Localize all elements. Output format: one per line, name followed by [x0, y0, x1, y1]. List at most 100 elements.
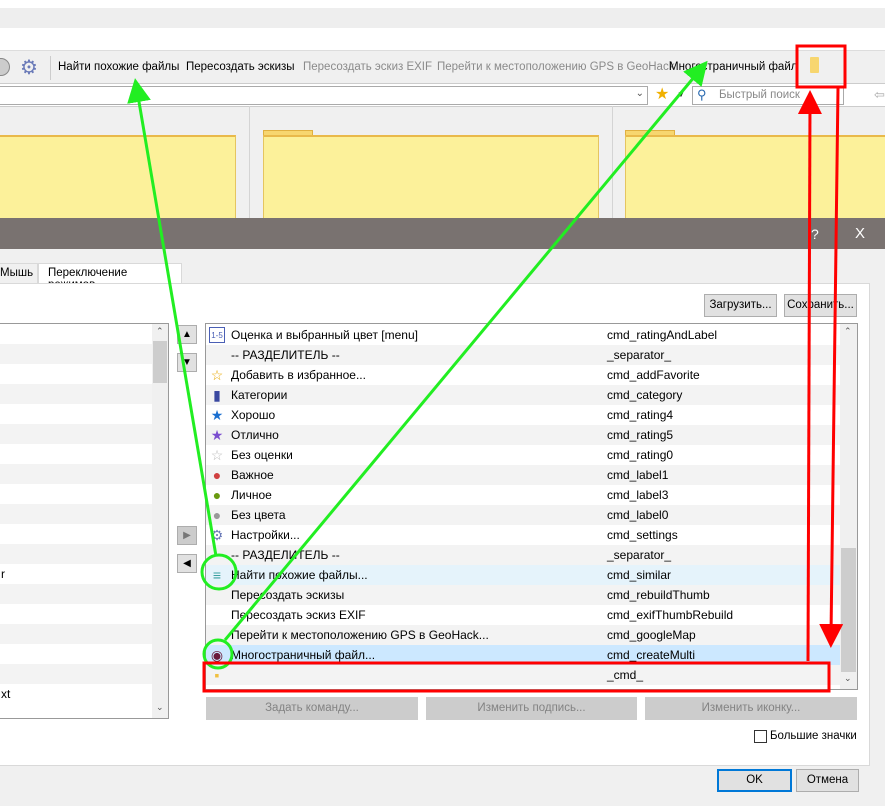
list-item[interactable]: [0, 384, 168, 404]
list-item[interactable]: [0, 664, 168, 684]
command-label: -- РАЗДЕЛИТЕЛЬ --: [231, 548, 340, 562]
scroll-thumb[interactable]: [841, 548, 856, 672]
command-row[interactable]: Пересоздать эскизы cmd_rebuildThumb: [206, 585, 857, 605]
scroll-up-icon[interactable]: ⌃: [156, 326, 164, 337]
list-item[interactable]: r: [0, 564, 168, 584]
dropdown-arrow-icon[interactable]: ▼: [677, 90, 685, 99]
star-purple-icon: ★: [210, 427, 224, 443]
ok-button[interactable]: OK: [717, 769, 792, 792]
list-item[interactable]: [0, 624, 168, 644]
list-item[interactable]: [0, 464, 168, 484]
command-row[interactable]: ★ Отлично cmd_rating5: [206, 425, 857, 445]
list-item[interactable]: [0, 584, 168, 604]
command-label: Без оценки: [231, 448, 293, 462]
command-row[interactable]: ☆ Добавить в избранное... cmd_addFavorite: [206, 365, 857, 385]
command-row[interactable]: 1-5 Оценка и выбранный цвет [menu] cmd_rat…: [206, 325, 857, 345]
list-item[interactable]: [0, 604, 168, 624]
list-item[interactable]: [0, 324, 168, 344]
remove-left-button[interactable]: ◀: [177, 554, 197, 573]
command-id: cmd_createMulti: [607, 648, 696, 662]
list-item[interactable]: [0, 344, 168, 364]
change-caption-button[interactable]: Изменить подпись...: [426, 697, 637, 720]
command-row[interactable]: ☆ Без оценки cmd_rating0: [206, 445, 857, 465]
command-id: cmd_label3: [607, 488, 669, 502]
command-row[interactable]: ▪ _cmd_: [206, 665, 857, 685]
column-divider: [612, 106, 613, 218]
round-button[interactable]: [0, 58, 10, 76]
command-label: Хорошо: [231, 408, 276, 422]
command-label: Отлично: [231, 428, 279, 442]
tab-mouse[interactable]: Мышь: [0, 263, 38, 284]
left-scrollbar[interactable]: ⌃ ⌄: [152, 324, 168, 718]
tab-mode-switch[interactable]: Переключение режимов: [38, 263, 182, 291]
search-placeholder: Быстрый поиск: [719, 89, 800, 101]
close-button[interactable]: X: [855, 225, 865, 242]
command-row[interactable]: ● Важное cmd_label1: [206, 465, 857, 485]
list-item[interactable]: [0, 504, 168, 524]
list-item[interactable]: [0, 644, 168, 664]
command-row[interactable]: Перейти к местоположению GPS в GeoHack..…: [206, 625, 857, 645]
toolbar-rebuild-exif[interactable]: Пересоздать эскиз EXIF: [303, 61, 432, 73]
list-item[interactable]: [0, 524, 168, 544]
command-row[interactable]: Пересоздать эскиз EXIF cmd_exifThumbRebui…: [206, 605, 857, 625]
cancel-button[interactable]: Отмена: [796, 769, 859, 792]
change-icon-button[interactable]: Изменить иконку...: [645, 697, 857, 720]
back-arrow-icon[interactable]: ⇦: [874, 87, 885, 103]
add-right-button[interactable]: ▶: [177, 526, 197, 545]
favorite-star-icon[interactable]: ★: [655, 84, 669, 104]
toolbar-rebuild-thumbs[interactable]: Пересоздать эскизы: [186, 61, 295, 73]
similar-files-icon: ≡: [212, 567, 222, 583]
command-id: cmd_googleMap: [607, 628, 696, 642]
command-row[interactable]: -- РАЗДЕЛИТЕЛЬ -- _separator_: [206, 545, 857, 565]
list-item[interactable]: [0, 544, 168, 564]
scroll-down-icon[interactable]: ⌄: [156, 702, 164, 713]
load-button[interactable]: Загрузить...: [704, 294, 777, 317]
right-scrollbar[interactable]: ⌃ ⌄: [840, 324, 857, 689]
list-item[interactable]: [0, 364, 168, 384]
toolbar-find-similar[interactable]: Найти похожие файлы: [58, 61, 179, 73]
command-row[interactable]: ● Личное cmd_label3: [206, 485, 857, 505]
folder-icon: ▪: [214, 667, 220, 683]
command-label: Найти похожие файлы...: [231, 568, 368, 582]
green-dot-icon: ●: [212, 487, 222, 503]
command-id: _separator_: [607, 348, 672, 362]
command-row[interactable]: ⚙ Настройки... cmd_settings: [206, 525, 857, 545]
command-row[interactable]: -- РАЗДЕЛИТЕЛЬ -- _separator_: [206, 345, 857, 365]
command-row[interactable]: ● Без цвета cmd_label0: [206, 505, 857, 525]
list-item[interactable]: [0, 444, 168, 464]
command-id: cmd_settings: [607, 528, 678, 542]
dialog-title-bar: ? X: [0, 218, 885, 249]
scroll-thumb[interactable]: [153, 341, 167, 383]
command-label: Добавить в избранное...: [231, 368, 366, 382]
command-row[interactable]: ≡ Найти похожие файлы... cmd_similar: [206, 565, 857, 585]
large-icons-checkbox[interactable]: [754, 730, 767, 743]
toolbar-geohack[interactable]: Перейти к местоположению GPS в GeoHack: [437, 61, 674, 73]
folder-thumbnail[interactable]: [625, 135, 885, 218]
command-row[interactable]: ★ Хорошо cmd_rating4: [206, 405, 857, 425]
toolbar-multipage[interactable]: Многостраничный файл: [669, 61, 797, 73]
set-command-button[interactable]: Задать команду...: [206, 697, 418, 720]
folder-thumbnail[interactable]: [0, 135, 236, 218]
command-row[interactable]: ◉ Многостраничный файл... cmd_createMulti: [206, 645, 857, 665]
address-bar[interactable]: ⌄: [0, 86, 648, 105]
move-up-button[interactable]: ▲: [177, 325, 197, 344]
help-button[interactable]: ?: [811, 226, 819, 242]
toolbar-commands-list[interactable]: 1-5 Оценка и выбранный цвет [menu] cmd_rat…: [205, 323, 858, 690]
save-button[interactable]: Сохранить...: [784, 294, 857, 317]
gear-icon[interactable]: ⚙: [20, 55, 38, 80]
folder-thumbnail[interactable]: [263, 135, 599, 218]
scroll-up-icon[interactable]: ⌃: [844, 326, 852, 337]
move-down-button[interactable]: ▼: [177, 353, 197, 372]
available-commands-list[interactable]: r xt: [0, 323, 169, 719]
list-item[interactable]: [0, 424, 168, 444]
list-item[interactable]: [0, 484, 168, 504]
folder-icon[interactable]: [810, 57, 819, 73]
command-row[interactable]: ▮ Категории cmd_category: [206, 385, 857, 405]
list-item[interactable]: xt: [0, 684, 168, 704]
list-item[interactable]: [0, 404, 168, 424]
chevron-down-icon[interactable]: ⌄: [636, 88, 644, 99]
scroll-down-icon[interactable]: ⌄: [844, 673, 852, 684]
quick-search-input[interactable]: ⚲ Быстрый поиск: [692, 86, 844, 105]
multipage-icon: ◉: [210, 647, 224, 663]
command-label: Пересоздать эскизы: [231, 588, 345, 602]
